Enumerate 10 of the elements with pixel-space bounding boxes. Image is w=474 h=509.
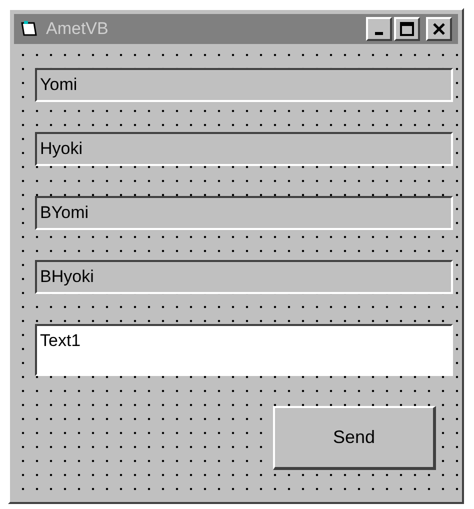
maximize-button[interactable] — [394, 17, 420, 41]
window-title: AmetVB — [46, 18, 108, 40]
text-field[interactable]: Text1 — [35, 324, 453, 376]
send-button[interactable]: Send — [273, 406, 436, 470]
minimize-button[interactable] — [366, 17, 392, 41]
form-icon — [20, 20, 40, 38]
close-button[interactable] — [426, 17, 452, 41]
close-icon — [432, 22, 446, 36]
minimize-icon — [375, 32, 383, 35]
maximize-icon — [400, 22, 414, 36]
